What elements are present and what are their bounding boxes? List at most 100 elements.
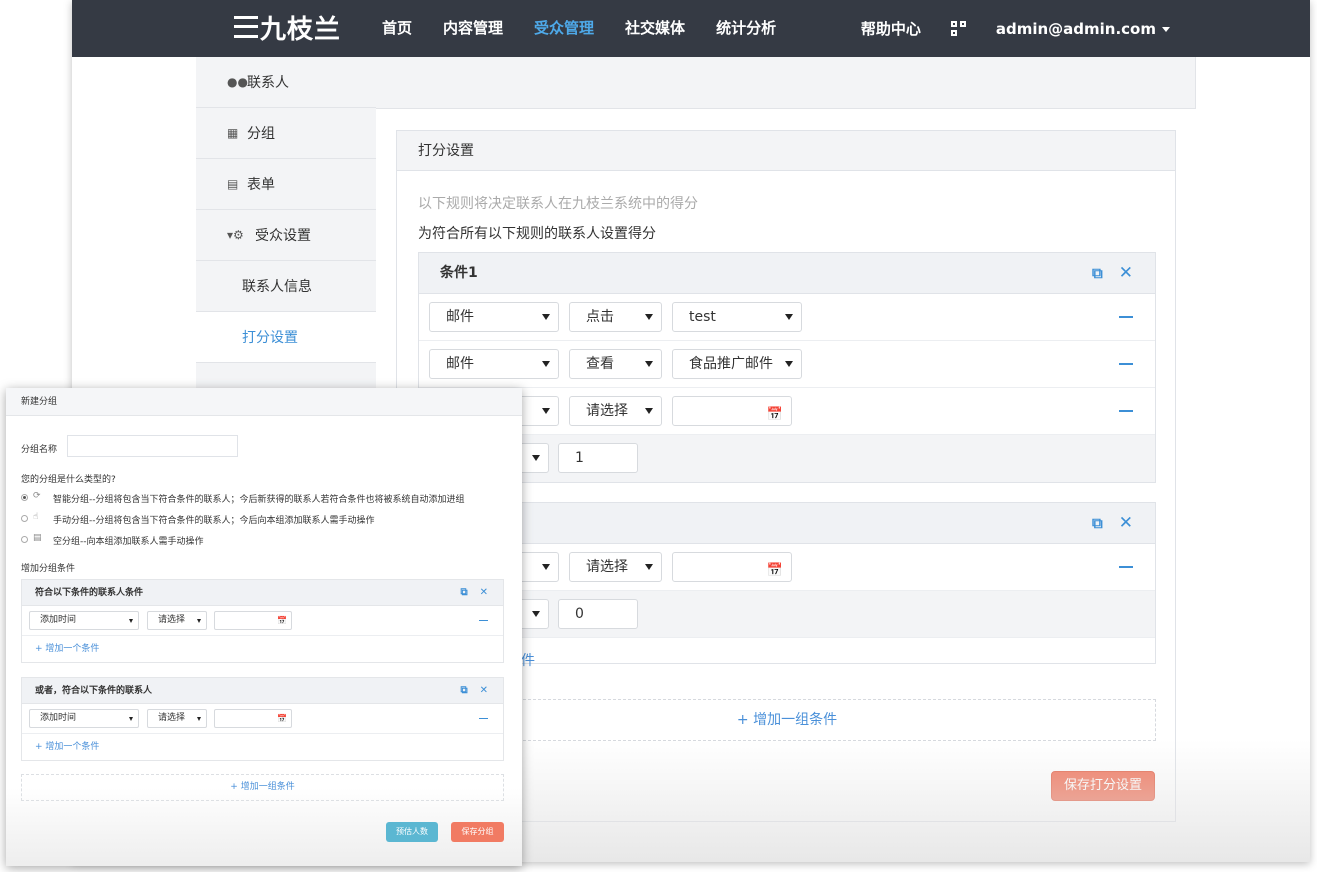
dialog-condition-block-2: 或者，符合以下条件的联系人 ⧉ ✕ 添加时间 请选择 📅 + 增加一个条件 [21,677,504,761]
select-value: 点击 [586,309,614,325]
empty-group-radio[interactable] [21,536,28,543]
field-select[interactable]: 邮件 [429,349,559,379]
condition-group-header: ⧉ ✕ [419,503,1155,544]
remove-condition-button[interactable] [479,620,488,621]
remove-condition-button[interactable] [1119,316,1133,318]
help-center-link[interactable]: 帮助中心 [861,18,921,39]
sidebar-item-label: 联系人 [247,75,289,91]
add-condition-group-button[interactable]: + 增加一组条件 [21,774,504,801]
sidebar-item-label: 表单 [247,177,275,193]
dialog-condition-block-1: 符合以下条件的联系人条件 ⧉ ✕ 添加时间 请选择 📅 + 增加一个条件 [21,579,504,663]
date-input[interactable]: 📅 [214,611,292,630]
grid-icon: ▦ [227,126,239,140]
score-input[interactable]: 1 [558,443,638,473]
score-value: 1 [575,450,584,466]
operator-select[interactable]: 请选择 [147,709,207,728]
save-group-button[interactable]: 保存分组 [451,822,504,842]
calendar-icon: 📅 [766,563,783,578]
nav-content[interactable]: 内容管理 [443,0,503,57]
chevron-down-icon [1162,26,1170,32]
nav-analytics[interactable]: 统计分析 [716,0,776,57]
remove-condition-button[interactable] [479,718,488,719]
condition-row: 邮件 查看 食品推广邮件 [419,341,1155,388]
operator-select[interactable]: 请选择 [147,611,207,630]
value-select[interactable]: test [672,302,802,332]
group-name-label: 分组名称 [21,445,58,455]
copy-icon[interactable]: ⧉ [460,580,467,606]
operator-select[interactable]: 请选择 [569,396,662,426]
brand-logo[interactable]: 九枝兰 [234,12,341,45]
condition-row: 邮件 点击 test [419,294,1155,341]
list-icon: ▤ [33,533,42,543]
close-icon[interactable]: ✕ [480,580,488,606]
condition-row: 请选择 📅 [419,388,1155,435]
operator-select[interactable]: 查看 [569,349,662,379]
remove-condition-button[interactable] [1119,410,1133,412]
rule-hint: 以下规则将决定联系人在九枝兰系统中的得分 [418,196,698,212]
sidebar-item-label: 打分设置 [242,330,298,346]
panel-title: 打分设置 [397,131,1175,171]
condition-block-actions: ⧉ ✕ [448,580,488,606]
add-condition-link[interactable]: 件 [521,650,535,670]
field-select[interactable]: 添加时间 [29,709,139,728]
nav-home[interactable]: 首页 [382,0,412,57]
date-input[interactable]: 📅 [672,552,792,582]
condition-group-title: 条件1 [440,265,478,281]
close-icon[interactable]: ✕ [1119,253,1133,294]
add-condition-group-button[interactable]: + 增加一组条件 [418,699,1156,741]
copy-icon[interactable]: ⧉ [1092,253,1103,294]
score-value: 0 [575,606,584,622]
add-condition-link[interactable]: + 增加一个条件 [22,636,503,662]
smart-group-label: 智能分组--分组将包含当下符合条件的联系人；今后新获得的联系人若符合条件也将被系… [53,495,465,505]
sidebar-item-forms[interactable]: ▤ 表单 [196,159,376,210]
refresh-icon: ⟳ [33,491,41,501]
score-input[interactable]: 0 [558,599,638,629]
save-scoring-button[interactable]: 保存打分设置 [1051,771,1155,801]
operator-select[interactable]: 请选择 [569,552,662,582]
field-select[interactable]: 添加时间 [29,611,139,630]
condition-group-header: 条件1 ⧉ ✕ [419,253,1155,294]
select-value: 添加时间 [40,713,77,723]
new-group-dialog: 新建分组 分组名称 您的分组是什么类型的? ⟳ 智能分组--分组将包含当下符合条… [6,388,522,866]
calendar-icon: 📅 [277,714,287,723]
remove-condition-button[interactable] [1119,566,1133,568]
nav-social[interactable]: 社交媒体 [625,0,685,57]
condition-row: 添加时间 请选择 📅 [22,606,503,636]
manual-group-radio[interactable] [21,515,28,522]
copy-icon[interactable]: ⧉ [460,678,467,704]
group-name-input[interactable] [67,435,238,457]
select-value: 请选择 [158,713,186,723]
users-icon: ●● [227,75,248,89]
condition-block-title: 符合以下条件的联系人条件 [35,588,144,598]
sidebar-item-audience-settings[interactable]: ▾⚙ 受众设置 [196,210,376,261]
score-row: 1 [419,435,1155,482]
remove-condition-button[interactable] [1119,363,1133,365]
date-input[interactable]: 📅 [672,396,792,426]
date-input[interactable]: 📅 [214,709,292,728]
logo-mark-icon [234,14,258,40]
select-value: 请选择 [586,403,628,419]
close-icon[interactable]: ✕ [480,678,488,704]
sidebar-item-scoring[interactable]: 打分设置 [196,312,376,363]
smart-group-radio[interactable] [21,494,28,501]
sidebar-item-groups[interactable]: ▦ 分组 [196,108,376,159]
condition-group-actions: ⧉ ✕ [1092,253,1133,294]
group-type-question: 您的分组是什么类型的? [21,475,116,485]
add-condition-link[interactable]: + 增加一个条件 [22,734,503,760]
qr-code-icon[interactable] [950,20,967,37]
copy-icon[interactable]: ⧉ [1092,503,1103,544]
close-icon[interactable]: ✕ [1119,503,1133,544]
sidebar-item-contact-info[interactable]: 联系人信息 [196,261,376,312]
field-select[interactable]: 邮件 [429,302,559,332]
sidebar-item-contacts[interactable]: ●● 联系人 [196,57,376,108]
user-email: admin@admin.com [995,19,1156,38]
user-menu[interactable]: admin@admin.com [996,20,1170,38]
operator-select[interactable]: 点击 [569,302,662,332]
caret-gear-icon: ▾⚙ [227,228,244,242]
estimate-count-button[interactable]: 预估人数 [386,822,438,842]
select-value: 查看 [586,356,614,372]
rule-subtitle: 为符合所有以下规则的联系人设置得分 [418,226,656,242]
nav-audience[interactable]: 受众管理 [534,0,594,57]
value-select[interactable]: 食品推广邮件 [672,349,802,379]
calendar-icon: 📅 [277,616,287,625]
